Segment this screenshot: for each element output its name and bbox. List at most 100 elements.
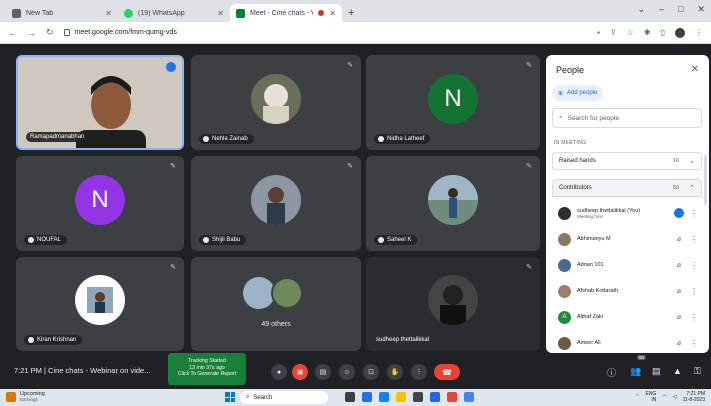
chrome-icon[interactable] (379, 392, 389, 402)
mic-off-icon: ⌀ (676, 236, 682, 243)
close-icon[interactable]: ✕ (105, 9, 112, 18)
kebab-icon[interactable]: ⋮ (690, 261, 698, 270)
list-item[interactable]: Afshab Kottarath ⌀ ⋮ (552, 278, 702, 304)
list-item[interactable]: Ameer Ali ⌀ ⋮ (552, 330, 702, 353)
mic-button[interactable]: ● (271, 364, 287, 380)
others-tile[interactable]: 49 others (191, 257, 361, 351)
contributors-group[interactable]: Contributors 59 ⌃ (552, 179, 702, 197)
minimize-button[interactable]: – (659, 4, 664, 15)
pin-icon[interactable]: ✎ (526, 61, 532, 69)
pin-icon[interactable]: ✎ (347, 61, 353, 69)
list-item[interactable]: sudheep thettalikkal (You) Meeting host … (552, 200, 702, 226)
scrollbar[interactable] (704, 155, 707, 205)
chrome-app-icon[interactable] (464, 392, 474, 402)
extensions-icon[interactable]: ✱ (644, 28, 651, 37)
clock[interactable]: 7:21 PM 11-8-2023 (683, 391, 705, 403)
tab-meet[interactable]: Meet - Cine chats - Webina ✕ (230, 4, 342, 22)
store-icon[interactable] (413, 392, 423, 402)
more-options-icon[interactable] (166, 62, 176, 72)
people-icon[interactable]: 👥 (630, 366, 641, 377)
chevron-up-icon[interactable]: ⌃ (635, 394, 639, 400)
file-explorer-icon[interactable] (396, 392, 406, 402)
forward-button[interactable]: → (27, 28, 36, 38)
avatar (558, 258, 571, 272)
avatar (558, 284, 571, 298)
emoji-button[interactable]: ☺ (339, 364, 355, 380)
wifi-icon[interactable]: ◠ (662, 394, 666, 400)
participant-tile[interactable]: ✎ Saheel K (366, 156, 540, 251)
raise-hand-button[interactable]: ✋ (387, 364, 403, 380)
more-options-icon[interactable] (674, 208, 684, 218)
host-controls-icon[interactable]: ⚿ (694, 366, 701, 377)
close-window-button[interactable]: ✕ (697, 4, 705, 15)
list-item[interactable]: A Althaf Zaki ⌀ ⋮ (552, 304, 702, 330)
back-button[interactable]: ← (8, 28, 17, 38)
pin-icon[interactable]: ✎ (347, 162, 353, 170)
kebab-icon[interactable]: ⋮ (690, 287, 698, 296)
profile-avatar[interactable] (675, 27, 685, 38)
pin-icon[interactable]: ✎ (526, 162, 532, 170)
pin-icon[interactable]: ✎ (526, 263, 532, 271)
edge-icon[interactable] (362, 392, 372, 402)
participant-avatar: N (428, 73, 478, 124)
share-icon[interactable]: ⇪ (610, 28, 617, 37)
task-view-icon[interactable] (345, 392, 355, 402)
kebab-icon[interactable]: ⋮ (690, 339, 698, 348)
tab-new-tab[interactable]: New Tab ✕ (6, 4, 118, 22)
chevron-down-icon[interactable]: ⌄ (637, 4, 645, 15)
search-icon: ⌕ (246, 394, 250, 400)
start-button[interactable] (225, 392, 235, 402)
search-people-input[interactable]: ⌕ Search for people (552, 108, 702, 128)
url-field[interactable]: meet.google.com/fmm-qumg-vds (63, 29, 588, 36)
avatar: A (558, 310, 571, 324)
list-item[interactable]: Abhimanyu M ⌀ ⋮ (552, 226, 702, 252)
sidepanel-icon[interactable]: ▯ (661, 28, 665, 37)
participant-tile[interactable]: ✎ N NOUFAL (16, 156, 184, 251)
widgets-icon (6, 391, 16, 402)
reload-button[interactable]: ↻ (46, 27, 54, 38)
tab-whatsapp[interactable]: (19) WhatsApp ✕ (118, 4, 230, 22)
activities-icon[interactable]: ▲ (673, 366, 682, 376)
star-icon[interactable]: ☆ (627, 28, 634, 37)
others-count: 49 others (261, 320, 291, 328)
end-call-button[interactable]: ☎ (434, 364, 460, 380)
menu-icon[interactable]: ⋮ (695, 28, 703, 37)
kebab-icon[interactable]: ⋮ (690, 209, 698, 218)
pin-icon[interactable]: ✎ (170, 162, 176, 170)
present-button[interactable]: ⊡ (363, 364, 379, 380)
meet-icon (236, 8, 245, 18)
chat-icon[interactable]: ▤ (652, 366, 661, 377)
participant-tile[interactable]: ✎ Shijil Babu (191, 156, 361, 251)
widgets-button[interactable]: Upcoming Earnings (6, 391, 45, 402)
camera-icon[interactable]: ▪ (597, 28, 600, 37)
new-tab-button[interactable]: + (348, 7, 354, 19)
list-item[interactable]: Adnan 101 ⌀ ⋮ (552, 252, 702, 278)
close-icon[interactable]: ✕ (329, 9, 336, 18)
raised-hands-group[interactable]: Raised hands 16 ⌄ (552, 152, 702, 170)
taskbar-search[interactable]: ⌕ Search (240, 391, 328, 404)
tab-title: Meet - Cine chats - Webina (250, 9, 313, 17)
participant-tile[interactable]: ✎ N Nidha Latheef (366, 55, 540, 150)
kebab-icon[interactable]: ⋮ (690, 235, 698, 244)
kebab-icon[interactable]: ⋮ (690, 313, 698, 322)
mail-icon[interactable] (430, 392, 440, 402)
mic-off-icon: ⌀ (676, 262, 682, 269)
camera-off-button[interactable]: ▣ (292, 364, 308, 380)
add-people-button[interactable]: ⊕ Add people (552, 85, 604, 101)
participant-tile[interactable]: Ramapadmanabhan (16, 55, 184, 150)
maximize-button[interactable]: □ (678, 4, 683, 15)
participant-tile[interactable]: ✎ Kiran Krishnan (16, 257, 184, 351)
close-icon[interactable]: ✕ (217, 9, 224, 18)
tracking-report-button[interactable]: Tracking Started 13 min 37s ago Click To… (168, 353, 246, 385)
captions-button[interactable]: ▤ (315, 364, 331, 380)
pin-icon[interactable]: ✎ (170, 263, 176, 271)
app-icon[interactable] (447, 392, 457, 402)
info-icon[interactable]: ⓘ (607, 366, 616, 379)
participant-tile[interactable]: ✎ Nehla Zainab (191, 55, 361, 150)
participant-tile[interactable]: ✎ sudheep thettalikkal (366, 257, 540, 351)
more-options-button[interactable]: ⋮ (411, 364, 427, 380)
language-indicator[interactable]: ENG IN (645, 391, 656, 403)
whatsapp-icon (124, 8, 133, 18)
close-icon[interactable]: ✕ (691, 64, 699, 75)
volume-icon[interactable]: ◁ (673, 394, 677, 400)
